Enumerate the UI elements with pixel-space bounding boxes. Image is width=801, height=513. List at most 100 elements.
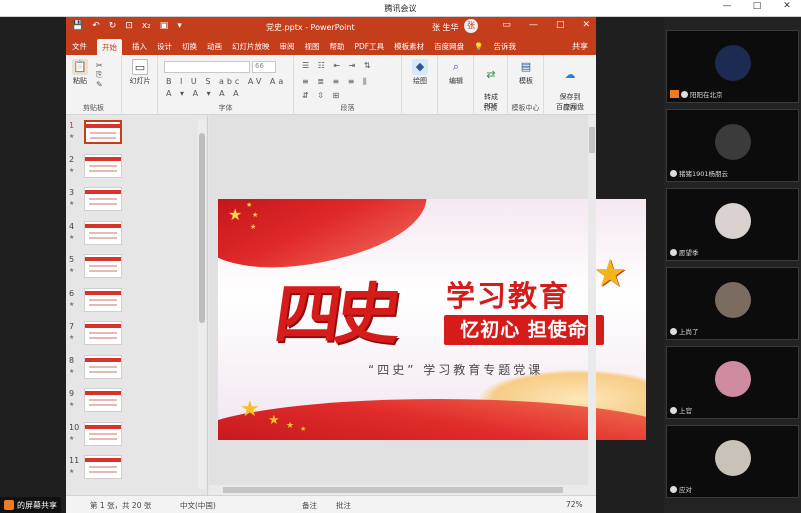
subscript-icon[interactable]: x₂ [142, 21, 151, 31]
tab-view[interactable]: 视图 [305, 41, 320, 52]
ppt-maximize-button[interactable]: □ [556, 20, 565, 30]
font-format-tools[interactable]: B I U S abc AV Aa [166, 77, 286, 86]
clipboard-small-tools[interactable]: ✂ ⎘ ✎ [96, 61, 106, 89]
user-name[interactable]: 张 生华 [432, 22, 459, 33]
thumbnail-number: 8 [69, 355, 75, 365]
tab-slideshow[interactable]: 幻灯片放映 [232, 41, 270, 52]
group-slides: ▭ 幻灯片 [122, 55, 158, 115]
paste-button[interactable]: 📋 粘贴 [70, 59, 90, 86]
maximize-button[interactable]: □ [751, 1, 763, 11]
clipboard-label: 剪贴板 [83, 104, 104, 112]
save-icon[interactable]: 💾 [72, 21, 83, 31]
font-label: 字体 [218, 104, 233, 112]
participant-name-row: 阳阳在北京 [670, 89, 723, 99]
participant-avatar [715, 440, 751, 476]
tab-pdf-tools[interactable]: PDF工具 [355, 41, 385, 52]
slide-thumbnail[interactable]: 9 ★ [66, 387, 196, 418]
tab-baidu-pan[interactable]: 百度网盘 [434, 41, 464, 52]
group-drawing: ◆ 绘图 [402, 55, 438, 115]
thumbnail-line [89, 231, 117, 234]
slide-thumbnail[interactable]: 8 ★ [66, 354, 196, 385]
participant-card[interactable]: 上官 [666, 346, 799, 419]
zoom-level[interactable]: 72% [566, 500, 583, 509]
thumbnail-line [89, 404, 117, 406]
new-slide-button[interactable]: ▭ 幻灯片 [126, 59, 154, 86]
slide-thumbnail[interactable]: 11 ★ [66, 454, 196, 485]
font-color-tools[interactable]: A ▾ A ▾ A A [166, 89, 242, 98]
thumbnail-band [85, 324, 121, 328]
tab-transitions[interactable]: 切换 [182, 41, 197, 52]
meeting-window-controls: — □ ✕ [721, 1, 793, 11]
template-button[interactable]: ▤ 模板 [512, 59, 540, 86]
drawing-button[interactable]: ◆ 绘图 [406, 59, 434, 86]
current-slide[interactable]: ★ ★ ★ ★ ★ ★ ★ ★ ★ 四史 学习教育 忆初心 担使命 “四史” 学… [218, 199, 646, 440]
thumbnail-number: 1 [69, 121, 75, 130]
comments-button[interactable]: 批注 [336, 500, 351, 511]
editing-button[interactable]: ⌕ 编辑 [442, 59, 470, 86]
notes-button[interactable]: 备注 [302, 500, 317, 511]
share-button[interactable]: 共享 [572, 41, 588, 52]
ppt-titlebar: 💾 ↶ ↻ ⊡ x₂ ▣ ▾ 党史.pptx - PowerPoint 张 生华… [66, 17, 596, 37]
thumbnail-line [90, 132, 116, 134]
slide-thumbnail[interactable]: 2 ★ [66, 153, 196, 184]
thumbnail-scroll-thumb[interactable] [199, 133, 205, 323]
participant-card[interactable]: 上尚了 [666, 267, 799, 340]
slide-thumbnail[interactable]: 6 ★ [66, 287, 196, 318]
host-badge-icon [670, 90, 679, 98]
redo-icon[interactable]: ↻ [109, 21, 117, 31]
customize-qat-icon[interactable]: ▾ [177, 21, 182, 31]
paragraph-label: 段落 [340, 104, 355, 112]
layout-icon[interactable]: ▣ [160, 21, 169, 31]
list-tools[interactable]: ☰ ☷ ⇤ ⇥ ⇅ [302, 61, 374, 70]
thumbnail-line [89, 303, 117, 306]
participant-name: 应对 [679, 486, 692, 494]
font-size-input[interactable]: 66 [252, 61, 276, 73]
slide-thumbnail[interactable]: 5 ★ [66, 253, 196, 284]
font-name-input[interactable] [164, 61, 250, 73]
editor-vscroll-thumb[interactable] [589, 127, 595, 153]
ppt-close-button[interactable]: ✕ [582, 20, 590, 30]
minimize-button[interactable]: — [721, 1, 733, 11]
tab-file[interactable]: 文件 [72, 41, 87, 52]
direction-tools[interactable]: ⇵ ⇳ ⊞ [302, 91, 342, 100]
slide-thumbnail[interactable]: 7 ★ [66, 320, 196, 351]
thumbnail-band [85, 391, 121, 395]
align-tools[interactable]: ≡ ≣ ≡ ≡ ⫼ [302, 77, 370, 87]
participant-card[interactable]: 阳阳在北京 [666, 30, 799, 103]
tab-help[interactable]: 帮助 [330, 41, 345, 52]
thumbnail-band [85, 357, 121, 362]
tab-insert[interactable]: 插入 [132, 41, 147, 52]
slide-thumbnail[interactable]: 1 ★ [66, 119, 196, 150]
tab-templates[interactable]: 模板素材 [394, 41, 424, 52]
user-avatar[interactable]: 张 [464, 19, 478, 33]
editor-horizontal-scrollbar[interactable] [209, 485, 588, 495]
animation-star-icon: ★ [69, 401, 75, 408]
participant-card[interactable]: 愿望季 [666, 188, 799, 261]
tab-review[interactable]: 审阅 [280, 41, 295, 52]
thumbnail-line [89, 169, 117, 172]
ribbon-display-icon[interactable]: ▭ [502, 20, 511, 30]
participant-card[interactable]: 应对 [666, 425, 799, 498]
slide-thumbnail[interactable]: 3 ★ [66, 186, 196, 217]
template-btn-label: 模板 [519, 77, 533, 85]
undo-icon[interactable]: ↶ [92, 21, 100, 31]
participant-card[interactable]: 猪猪1901杨朋云 [666, 109, 799, 182]
present-icon[interactable]: ⊡ [125, 21, 133, 31]
tab-tell-me[interactable]: 告诉我 [493, 41, 516, 52]
tab-animations[interactable]: 动画 [207, 41, 222, 52]
close-button[interactable]: ✕ [781, 1, 793, 11]
editor-vertical-scrollbar[interactable] [588, 115, 596, 495]
tab-design[interactable]: 设计 [157, 41, 172, 52]
thumbnail-scrollbar[interactable] [198, 119, 206, 489]
slide-thumbnail[interactable]: 10 ★ [66, 421, 196, 452]
language-indicator[interactable]: 中文(中国) [180, 500, 216, 511]
tab-home[interactable]: 开始 [97, 39, 122, 56]
group-paragraph: ☰ ☷ ⇤ ⇥ ⇅ ≡ ≣ ≡ ≡ ⫼ ⇵ ⇳ ⊞ 段落 [294, 55, 402, 115]
lightbulb-icon[interactable]: 💡 [474, 42, 483, 51]
thumbnail-number: 11 [69, 456, 80, 465]
thumbnail-band [85, 424, 121, 429]
slide-thumbnail[interactable]: 4 ★ [66, 220, 196, 251]
editor-hscroll-thumb[interactable] [223, 487, 563, 493]
screen-share-indicator[interactable]: 的屏幕共享 [0, 497, 61, 513]
ppt-minimize-button[interactable]: — [529, 20, 538, 30]
